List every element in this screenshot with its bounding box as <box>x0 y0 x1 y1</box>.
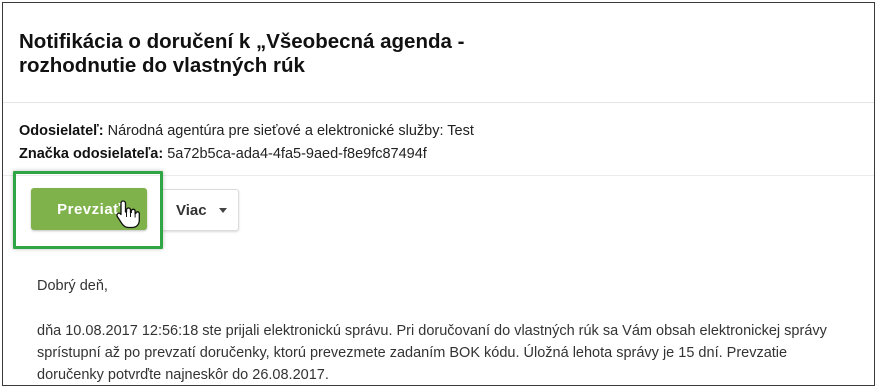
greeting-text: Dobrý deň, <box>37 278 108 294</box>
title-line-2: rozhodnutie do vlastných rúk <box>19 54 305 77</box>
sender-reference-label: Značka odosielateľa: <box>19 146 164 162</box>
more-dropdown-button[interactable]: Viac <box>163 189 239 231</box>
page-title: Notifikácia o doručení k „Všeobecná agen… <box>19 30 519 78</box>
more-button-label: Viac <box>176 201 207 219</box>
chevron-down-icon <box>218 207 227 213</box>
message-line-1: dňa 10.08.2017 12:56:18 ste prijali elek… <box>37 323 827 339</box>
sender-value: Národná agentúra pre sieťové a elektroni… <box>107 123 474 139</box>
message-paragraph: dňa 10.08.2017 12:56:18 ste prijali elek… <box>37 320 874 385</box>
message-line-2: sprístupní až po prevzatí doručenky, kto… <box>37 345 788 361</box>
sender-reference-value: 5a72b5ca-ada4-4fa5-9aed-f8e9fc87494f <box>167 146 427 162</box>
highlight-frame <box>13 171 163 249</box>
title-line-1: Notifikácia o doručení k „Všeobecná agen… <box>19 30 465 53</box>
sender-reference-row: Značka odosielateľa: 5a72b5ca-ada4-4fa5-… <box>19 145 427 163</box>
sender-row: Odosielateľ: Národná agentúra pre sieťov… <box>19 122 474 140</box>
message-line-3: doručenky potvrďte najneskôr do 26.08.20… <box>37 367 329 383</box>
sender-label: Odosielateľ: <box>19 123 104 139</box>
header-divider <box>3 102 874 103</box>
notification-panel: Notifikácia o doručení k „Všeobecná agen… <box>2 2 875 386</box>
